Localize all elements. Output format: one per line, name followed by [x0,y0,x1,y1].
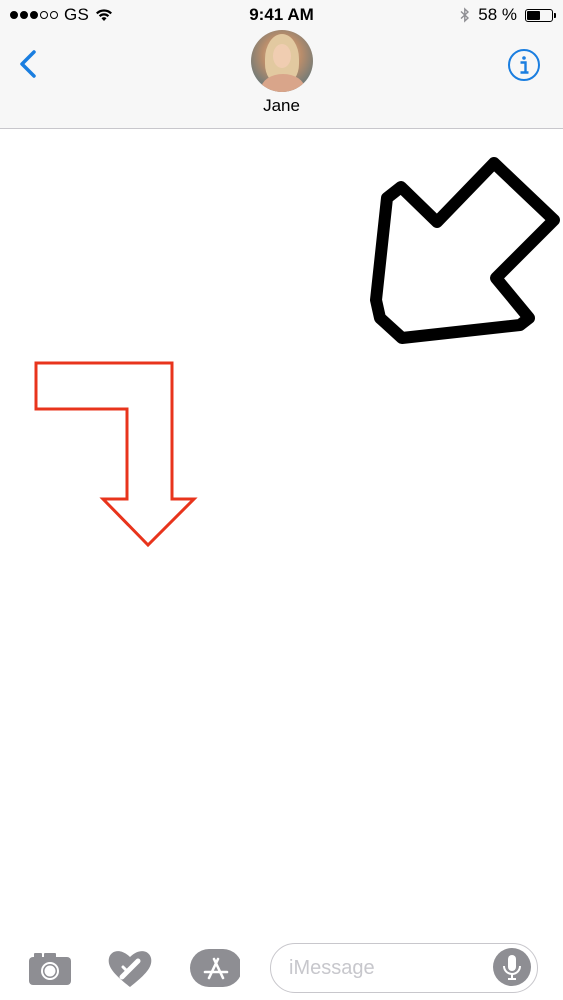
handwriting-canvas[interactable] [0,129,563,929]
avatar-body [261,74,305,92]
camera-button[interactable] [25,945,75,991]
message-toolbar: iMessage [0,935,563,1000]
info-circle-icon [508,49,540,81]
bluetooth-icon [460,7,470,23]
avatar-face [273,44,291,68]
microphone-icon [503,955,521,980]
imessage-placeholder: iMessage [289,957,375,979]
app-store-icon [190,949,240,987]
contact-avatar[interactable] [251,30,313,92]
messages-screen: GS 9:41 AM 58 % Jane iMessage [0,0,563,1000]
black-arrow-drawing [370,157,560,344]
app-store-button[interactable] [190,945,240,991]
status-right: 58 % [460,5,556,25]
chevron-left-icon [20,50,36,78]
digital-touch-heart-icon [108,951,152,987]
battery-percentage: 58 % [478,5,517,24]
imessage-input[interactable]: iMessage [270,943,538,993]
status-bar: GS 9:41 AM 58 % [0,0,563,30]
info-button[interactable] [507,48,541,82]
contact-name[interactable]: Jane [0,96,563,116]
back-button[interactable] [12,44,48,84]
camera-icon [29,953,71,985]
conversation-header: Jane [0,30,563,129]
battery-fill [527,10,540,20]
microphone-button[interactable] [493,948,531,986]
battery-icon [525,8,556,22]
red-arrow-drawing [34,361,198,548]
digital-touch-button[interactable] [105,945,155,991]
